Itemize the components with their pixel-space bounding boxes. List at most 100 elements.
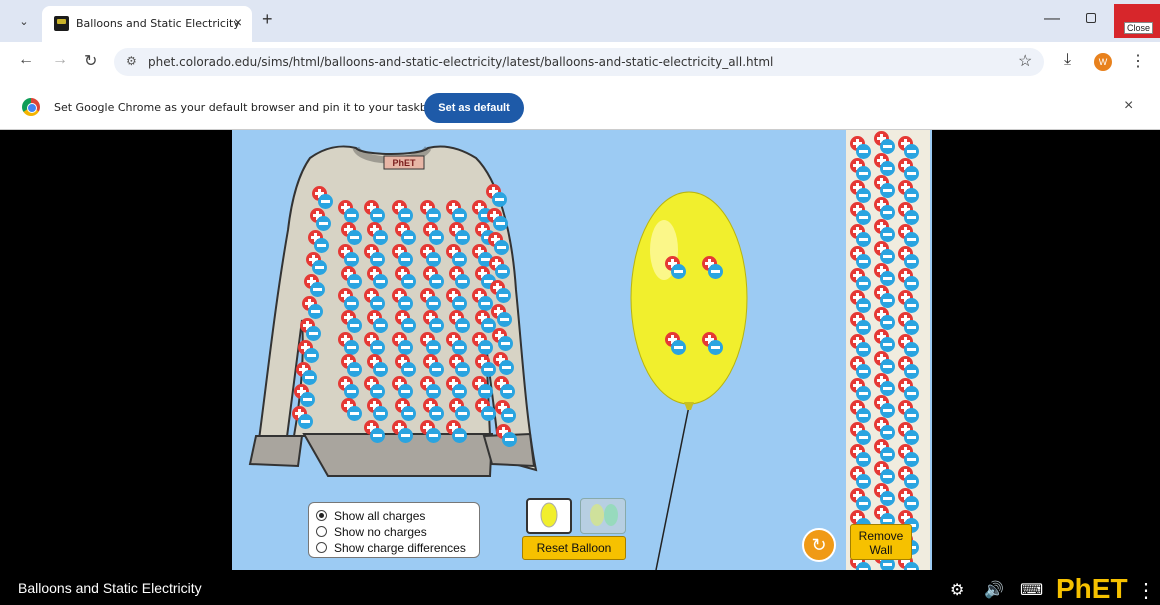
negative-charge-icon xyxy=(426,208,441,223)
negative-charge-icon xyxy=(500,384,515,399)
reset-balloon-button[interactable]: Reset Balloon xyxy=(522,536,626,560)
negative-charge-icon xyxy=(347,318,362,333)
negative-charge-icon xyxy=(856,254,871,269)
negative-charge-icon xyxy=(455,230,470,245)
infobar-message: Set Google Chrome as your default browse… xyxy=(54,101,439,114)
negative-charge-icon xyxy=(856,562,871,570)
negative-charge-icon xyxy=(496,288,511,303)
negative-charge-icon xyxy=(671,340,686,355)
tab-search-icon[interactable]: ⌄ xyxy=(14,12,34,32)
negative-charge-icon xyxy=(455,274,470,289)
phet-menu-icon[interactable]: ⋮ xyxy=(1136,578,1156,603)
infobar-close-icon[interactable]: × xyxy=(1124,97,1133,115)
reload-icon[interactable]: ↻ xyxy=(84,51,97,71)
forward-icon[interactable]: → xyxy=(52,51,68,69)
phet-logo[interactable]: PhET xyxy=(1056,573,1128,605)
negative-charge-icon xyxy=(880,205,895,220)
single-balloon-icon xyxy=(540,502,558,528)
negative-charge-icon xyxy=(426,428,441,443)
balloon-knot xyxy=(684,402,694,410)
negative-charge-icon xyxy=(501,408,516,423)
negative-charge-icon xyxy=(708,340,723,355)
back-icon[interactable]: ← xyxy=(18,51,34,69)
negative-charge-icon xyxy=(880,403,895,418)
radio-show-no-charges[interactable]: Show no charges xyxy=(316,524,472,540)
negative-charge-icon xyxy=(497,312,512,327)
negative-charge-icon xyxy=(880,161,895,176)
negative-charge-icon xyxy=(856,188,871,203)
negative-charge-icon xyxy=(880,139,895,154)
negative-charge-icon xyxy=(344,252,359,267)
two-balloons-option[interactable] xyxy=(580,498,626,534)
site-settings-icon[interactable]: ⚙ xyxy=(126,54,137,68)
negative-charge-icon xyxy=(880,227,895,242)
download-icon[interactable]: ⤓ xyxy=(1064,51,1071,69)
menu-more-icon[interactable]: ⋮ xyxy=(1130,51,1146,71)
negative-charge-icon xyxy=(904,364,919,379)
radio-button[interactable] xyxy=(316,526,327,537)
negative-charge-icon xyxy=(429,318,444,333)
negative-charge-icon xyxy=(904,188,919,203)
negative-charge-icon xyxy=(492,192,507,207)
minimize-icon[interactable]: — xyxy=(1044,10,1060,28)
negative-charge-icon xyxy=(880,183,895,198)
negative-charge-icon xyxy=(904,276,919,291)
negative-charge-icon xyxy=(880,381,895,396)
negative-charge-icon xyxy=(708,264,723,279)
negative-charge-icon xyxy=(429,406,444,421)
radio-show-charge-differences[interactable]: Show charge differences xyxy=(316,540,472,556)
active-tab[interactable]: Balloons and Static Electricity × xyxy=(42,6,252,42)
radio-button-selected[interactable] xyxy=(316,510,327,521)
phet-favicon-icon xyxy=(54,16,69,31)
negative-charge-icon xyxy=(856,496,871,511)
set-as-default-button[interactable]: Set as default xyxy=(424,93,524,123)
chrome-logo-icon xyxy=(22,98,40,116)
close-tooltip: Close xyxy=(1124,22,1154,34)
negative-charge-icon xyxy=(452,428,467,443)
negative-charge-icon xyxy=(481,406,496,421)
restore-icon[interactable] xyxy=(1086,13,1096,23)
negative-charge-icon xyxy=(304,348,319,363)
negative-charge-icon xyxy=(316,216,331,231)
negative-charge-icon xyxy=(478,384,493,399)
address-bar[interactable]: ⚙ phet.colorado.edu/sims/html/balloons-a… xyxy=(114,48,1044,76)
negative-charge-icon xyxy=(347,362,362,377)
negative-charge-icon xyxy=(429,230,444,245)
negative-charge-icon xyxy=(856,408,871,423)
charge-display-radio-group: Show all charges Show no charges Show ch… xyxy=(308,502,480,558)
sweater-tag-label: PhET xyxy=(392,158,416,168)
preferences-icon[interactable]: ⚙ xyxy=(950,580,964,600)
negative-charge-icon xyxy=(856,430,871,445)
radio-button[interactable] xyxy=(316,542,327,553)
negative-charge-icon xyxy=(429,362,444,377)
reset-all-icon[interactable]: ↻ xyxy=(802,528,836,562)
phet-logo-text: PhET xyxy=(1056,573,1128,604)
balloon[interactable] xyxy=(630,191,748,405)
negative-charge-icon xyxy=(904,144,919,159)
negative-charge-icon xyxy=(904,342,919,357)
negative-charge-icon xyxy=(426,296,441,311)
negative-charge-icon xyxy=(401,406,416,421)
negative-charge-icon xyxy=(455,362,470,377)
negative-charge-icon xyxy=(344,384,359,399)
negative-charge-icon xyxy=(880,293,895,308)
negative-charge-icon xyxy=(495,264,510,279)
sim-title: Balloons and Static Electricity xyxy=(18,580,202,596)
keyboard-icon[interactable]: ⌨ xyxy=(1020,580,1043,600)
negative-charge-icon xyxy=(398,252,413,267)
profile-avatar[interactable]: W xyxy=(1094,53,1112,71)
remove-wall-button[interactable]: Remove Wall xyxy=(850,524,912,560)
new-tab-icon[interactable]: + xyxy=(262,9,273,30)
negative-charge-icon xyxy=(856,298,871,313)
bookmark-star-icon[interactable]: ☆ xyxy=(1018,51,1032,71)
negative-charge-icon xyxy=(904,562,919,570)
tab-close-icon[interactable]: × xyxy=(234,14,242,30)
single-balloon-option[interactable] xyxy=(526,498,572,534)
negative-charge-icon xyxy=(856,232,871,247)
negative-charge-icon xyxy=(370,384,385,399)
negative-charge-icon xyxy=(302,370,317,385)
negative-charge-icon xyxy=(347,230,362,245)
sound-icon[interactable]: 🔊 xyxy=(984,580,1004,600)
radio-show-all-charges[interactable]: Show all charges xyxy=(316,508,472,524)
url-text[interactable]: phet.colorado.edu/sims/html/balloons-and… xyxy=(148,55,773,69)
